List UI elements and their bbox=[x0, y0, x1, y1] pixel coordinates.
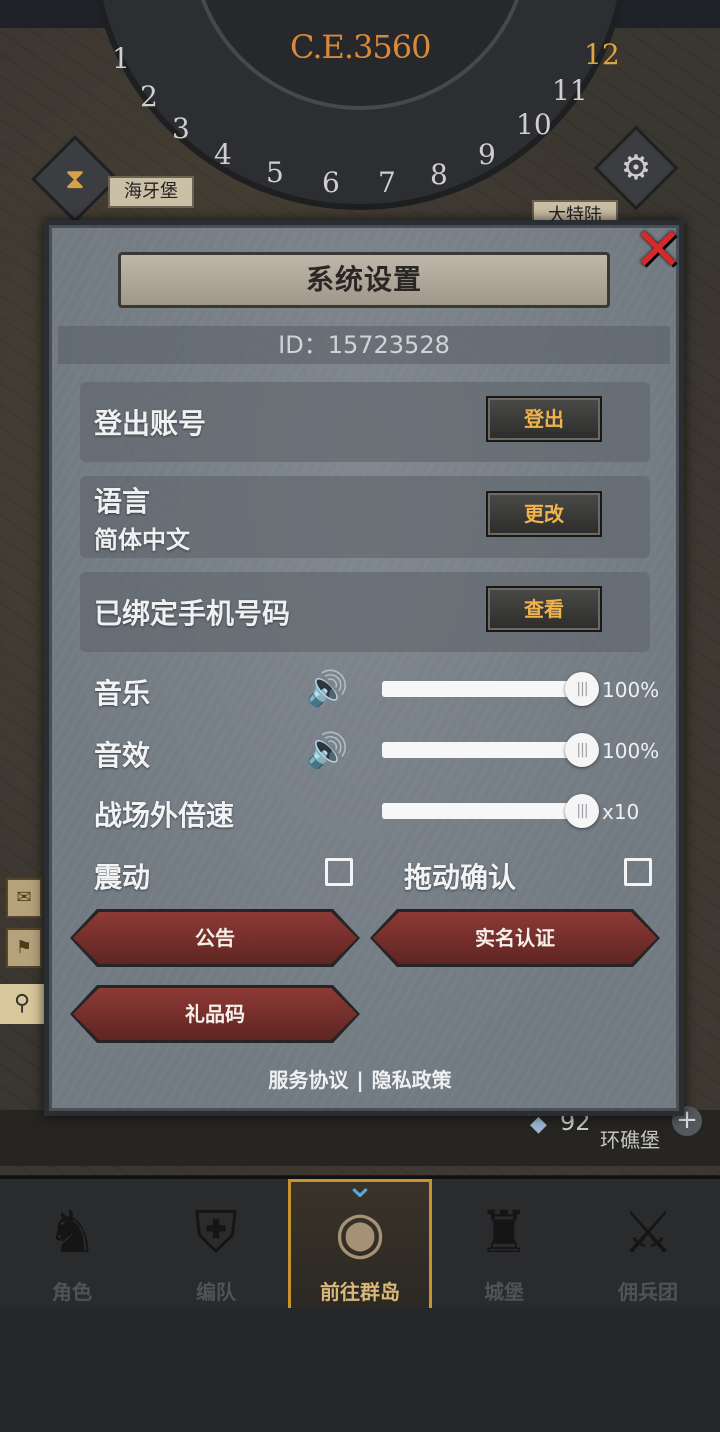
search-icon[interactable]: ⚲ bbox=[0, 984, 44, 1024]
dial-number: 3 bbox=[172, 112, 190, 145]
speed-label: 战场外倍速 bbox=[94, 799, 235, 832]
drag-confirm-checkbox[interactable] bbox=[624, 858, 652, 886]
footer-links: 服务协议 | 隐私政策 bbox=[0, 1064, 720, 1093]
castle-icon: ♜ bbox=[478, 1198, 530, 1266]
dial-number-current: 12 bbox=[584, 38, 620, 71]
privacy-policy-link[interactable]: 隐私政策 bbox=[372, 1064, 452, 1093]
music-slider[interactable]: ||| bbox=[382, 672, 599, 706]
nav-item-character[interactable]: ♞ 角色 bbox=[0, 1179, 144, 1311]
globe-icon: ◉ bbox=[334, 1198, 386, 1266]
nav-label: 编队 bbox=[196, 1280, 236, 1304]
speaker-icon[interactable]: 🔊 bbox=[306, 672, 348, 706]
nav-label: 城堡 bbox=[484, 1280, 524, 1304]
sfx-slider-fill bbox=[382, 742, 582, 758]
change-language-button[interactable]: 更改 bbox=[486, 491, 602, 537]
music-slider-knob[interactable]: ||| bbox=[565, 672, 599, 706]
quest-icon[interactable]: ⚑ bbox=[6, 928, 42, 968]
dial-number: 1 bbox=[112, 42, 130, 75]
sfx-slider-knob[interactable]: ||| bbox=[565, 733, 599, 767]
dial-number: 11 bbox=[552, 74, 588, 107]
era-label: C.E.3560 bbox=[290, 28, 431, 66]
drag-confirm-label: 拖动确认 bbox=[404, 861, 517, 894]
dial-number: 5 bbox=[266, 156, 284, 189]
speed-slider[interactable]: ||| bbox=[382, 794, 599, 828]
nav-item-castle[interactable]: ♜ 城堡 bbox=[432, 1179, 576, 1311]
sfx-label: 音效 bbox=[94, 739, 151, 772]
language-value: 简体中文 bbox=[94, 526, 190, 554]
team-icon: ⛨ bbox=[194, 1198, 238, 1266]
phone-label: 已绑定手机号码 bbox=[94, 597, 291, 630]
nav-item-team[interactable]: ⛨ 编队 bbox=[144, 1179, 288, 1311]
castle-label-bottom[interactable]: 环礁堡 bbox=[586, 1126, 674, 1154]
dial-number: 6 bbox=[322, 166, 340, 199]
nav-label: 前往群岛 bbox=[320, 1280, 400, 1304]
dial-number: 7 bbox=[378, 166, 396, 199]
knight-icon: ♞ bbox=[46, 1198, 98, 1266]
giftcode-button[interactable]: 礼品码 bbox=[73, 988, 357, 1040]
music-value: 100% bbox=[602, 678, 660, 702]
nav-label: 佣兵团 bbox=[618, 1280, 678, 1304]
vibrate-checkbox[interactable] bbox=[325, 858, 353, 886]
panel-title: 系统设置 bbox=[118, 252, 610, 308]
dial-number: 9 bbox=[478, 138, 496, 171]
chevron-down-icon: ⌄ bbox=[344, 1165, 376, 1206]
music-label: 音乐 bbox=[94, 677, 151, 710]
gear-icon: ⚙ bbox=[620, 148, 652, 188]
footer-separator: | bbox=[356, 1068, 364, 1092]
music-slider-fill bbox=[382, 681, 582, 697]
speaker-icon[interactable]: 🔊 bbox=[306, 734, 348, 768]
logout-label: 登出账号 bbox=[94, 407, 207, 440]
hourglass-icon: ⧗ bbox=[65, 162, 85, 195]
mercenary-icon: ⚔ bbox=[622, 1198, 674, 1266]
view-phone-button[interactable]: 查看 bbox=[486, 586, 602, 632]
bottom-safe-area bbox=[0, 1308, 720, 1432]
logout-button[interactable]: 登出 bbox=[486, 396, 602, 442]
nav-label: 角色 bbox=[52, 1280, 92, 1304]
castle-label-left[interactable]: 海牙堡 bbox=[108, 176, 194, 208]
realname-button[interactable]: 实名认证 bbox=[373, 912, 657, 964]
sfx-value: 100% bbox=[602, 739, 660, 763]
speed-value: x10 bbox=[602, 800, 640, 824]
dial-number: 4 bbox=[214, 138, 232, 171]
language-label: 语言 bbox=[94, 485, 151, 518]
scroll-icon[interactable]: ✉ bbox=[6, 878, 42, 918]
vibrate-label: 震动 bbox=[94, 861, 151, 894]
sfx-slider[interactable]: ||| bbox=[382, 733, 599, 767]
speed-slider-knob[interactable]: ||| bbox=[565, 794, 599, 828]
speed-slider-fill bbox=[382, 803, 582, 819]
nav-item-mercenary[interactable]: ⚔ 佣兵团 bbox=[576, 1179, 720, 1311]
dial-number: 2 bbox=[140, 80, 158, 113]
service-agreement-link[interactable]: 服务协议 bbox=[268, 1064, 348, 1093]
player-id: ID：15723528 bbox=[58, 326, 670, 364]
notice-button[interactable]: 公告 bbox=[73, 912, 357, 964]
close-icon[interactable]: ✕ bbox=[630, 220, 686, 280]
dial-number: 10 bbox=[516, 108, 552, 141]
dial-number: 8 bbox=[430, 158, 448, 191]
